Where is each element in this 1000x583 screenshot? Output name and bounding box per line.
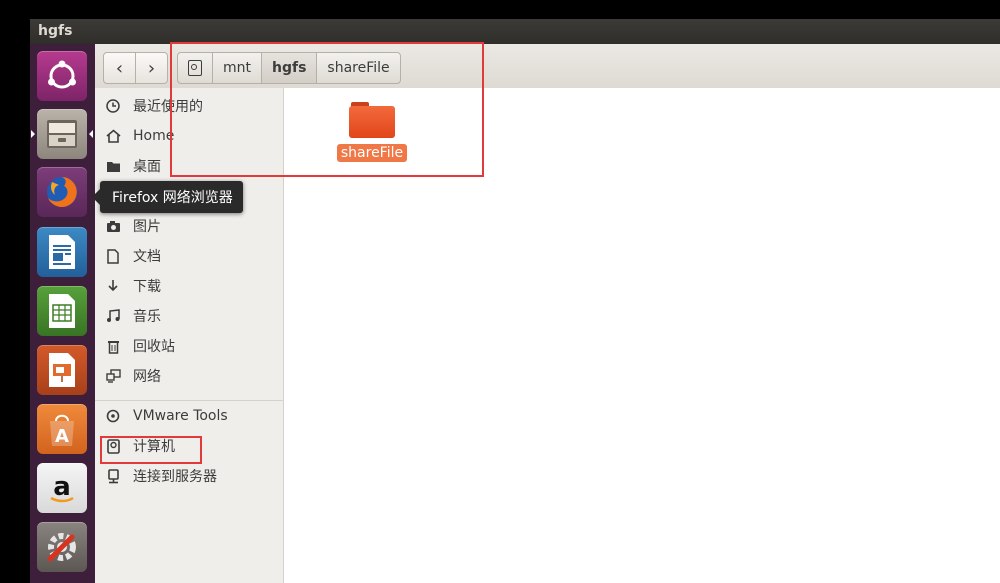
- sidebar-item-label: 回收站: [133, 339, 175, 355]
- disc-icon: [105, 408, 121, 424]
- sidebar-item-pictures[interactable]: 图片: [95, 211, 283, 241]
- amazon-icon[interactable]: a: [37, 463, 87, 513]
- server-icon: [105, 468, 121, 484]
- window-titlebar: hgfs: [30, 19, 1000, 44]
- sidebar-item-label: 文档: [133, 249, 161, 265]
- running-indicator: [31, 130, 35, 138]
- system-settings-icon[interactable]: [37, 522, 87, 572]
- annotation-box-path: [170, 42, 484, 177]
- download-icon: [105, 278, 121, 294]
- left-strip: [0, 19, 30, 583]
- sidebar-item-label: 连接到服务器: [133, 469, 217, 485]
- svg-text:A: A: [55, 426, 69, 447]
- music-icon: [105, 308, 121, 324]
- firefox-icon[interactable]: [37, 167, 87, 217]
- back-button[interactable]: ‹: [104, 53, 135, 83]
- sidebar-item-vmware-tools[interactable]: VMware Tools: [95, 401, 283, 431]
- sidebar-item-downloads[interactable]: 下载: [95, 271, 283, 301]
- network-icon: [105, 368, 121, 384]
- sidebar-item-label: 网络: [133, 369, 161, 385]
- sidebar-item-connect-server[interactable]: 连接到服务器: [95, 461, 283, 491]
- camera-icon: [105, 218, 121, 234]
- top-panel: [0, 0, 1000, 19]
- history-buttons: ‹ ›: [103, 52, 168, 84]
- writer-icon[interactable]: [37, 227, 87, 277]
- sidebar-item-label: 音乐: [133, 309, 161, 325]
- sidebar-item-trash[interactable]: 回收站: [95, 331, 283, 361]
- sidebar-item-documents[interactable]: 文档: [95, 241, 283, 271]
- annotation-box-computer: [100, 436, 202, 464]
- forward-button[interactable]: ›: [135, 53, 167, 83]
- sidebar-item-label: 桌面: [133, 159, 161, 175]
- software-center-icon[interactable]: A: [37, 404, 87, 454]
- sidebar-item-label: VMware Tools: [133, 408, 228, 424]
- window-title: hgfs: [38, 23, 73, 39]
- home-icon: [105, 128, 121, 144]
- svg-text:a: a: [53, 472, 71, 502]
- tooltip-text: Firefox 网络浏览器: [112, 190, 233, 206]
- impress-icon[interactable]: [37, 345, 87, 395]
- ubuntu-dash-icon[interactable]: [37, 51, 87, 101]
- calc-icon[interactable]: [37, 286, 87, 336]
- sidebar-item-label: 图片: [133, 219, 161, 235]
- files-icon[interactable]: [31, 109, 93, 159]
- document-icon: [105, 248, 121, 264]
- sidebar-item-music[interactable]: 音乐: [95, 301, 283, 331]
- trash-icon: [105, 338, 121, 354]
- folder-icon: [105, 158, 121, 174]
- focus-indicator: [89, 130, 93, 138]
- launcher: A a: [30, 44, 95, 583]
- clock-icon: [105, 98, 121, 114]
- sidebar-item-network[interactable]: 网络: [95, 361, 283, 391]
- launcher-tooltip: Firefox 网络浏览器: [92, 181, 243, 213]
- sidebar-item-label: 下载: [133, 279, 161, 295]
- sidebar-item-label: Home: [133, 128, 175, 144]
